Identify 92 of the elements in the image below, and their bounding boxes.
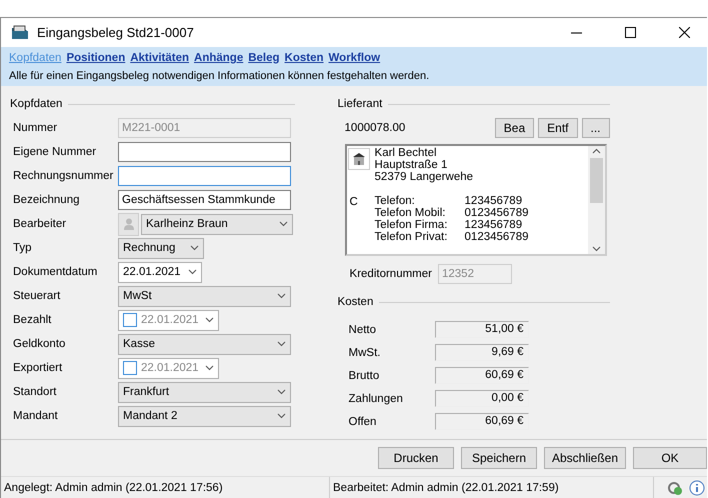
date-picker[interactable]: 22.01.2021	[118, 310, 219, 330]
minimize-icon[interactable]	[570, 32, 582, 34]
chevron-down-icon	[279, 221, 288, 227]
phone-number: 123456789	[464, 219, 522, 231]
section-title: Lieferant	[338, 98, 382, 110]
dialog-button[interactable]: Drucken	[378, 447, 454, 469]
phone-label: Telefon Firma:	[374, 219, 448, 231]
supplier-button[interactable]: Entf	[538, 118, 578, 138]
document-icon	[11, 25, 29, 40]
supplier-button[interactable]: Bea	[494, 118, 534, 138]
scrollbar[interactable]	[588, 146, 605, 254]
section-title: Kopfdaten	[10, 98, 62, 110]
field-label: Exportiert	[13, 362, 64, 374]
cost-value: 0,00 €	[434, 390, 529, 407]
description-text: Alle für einen Eingangsbeleg notwendigen Informationen können festgehalten werden.	[9, 70, 430, 82]
phone-label: Telefon Mobil:	[374, 207, 446, 219]
checkbox[interactable]	[123, 361, 137, 375]
input-field[interactable]: Geschäftsessen Stammkunde	[118, 190, 291, 210]
input-field[interactable]	[118, 142, 291, 162]
info-icon[interactable]	[689, 480, 705, 496]
chevron-down-icon	[205, 365, 214, 371]
field-label: Rechnungsnummer	[13, 170, 114, 182]
dropdown[interactable]: Frankfurt	[118, 382, 291, 402]
maximize-icon[interactable]	[624, 27, 636, 38]
cost-value: 60,69 €	[434, 413, 529, 430]
checkbox[interactable]	[123, 313, 137, 327]
chevron-down-icon	[277, 341, 286, 347]
field-label: Bearbeiter	[13, 218, 68, 230]
nav-link[interactable]: Beleg	[248, 52, 280, 64]
status-text: Bearbeitet: Admin admin (22.01.2021 17:59)	[330, 477, 654, 498]
section-title: Kosten	[338, 296, 374, 308]
cost-label: MwSt.	[348, 346, 382, 358]
nav-link[interactable]: Kosten	[284, 52, 324, 64]
scroll-down-icon[interactable]	[592, 246, 601, 252]
dropdown[interactable]: Karlheinz Braun	[141, 214, 293, 234]
cost-value: 51,00 €	[434, 321, 529, 338]
nav-link[interactable]: Aktivitäten	[130, 52, 190, 64]
date-picker[interactable]: 22.01.2021	[118, 358, 219, 378]
field-label: Dokumentdatum	[13, 266, 98, 278]
field-label: Nummer	[13, 122, 58, 134]
date-picker[interactable]: 22.01.2021	[118, 262, 202, 282]
scroll-up-icon[interactable]	[592, 148, 601, 154]
supplier-button[interactable]: ...	[582, 118, 610, 138]
chevron-down-icon	[190, 245, 199, 251]
close-icon[interactable]	[678, 27, 690, 38]
cost-label: Brutto	[348, 370, 380, 382]
field-label: Geldkonto	[13, 338, 66, 350]
address-line: Hauptstraße 1	[374, 159, 448, 171]
person-icon	[124, 218, 134, 230]
cost-label: Offen	[348, 416, 378, 428]
refresh-icon[interactable]	[667, 480, 683, 496]
field-label: Steuerart	[13, 290, 62, 302]
cost-label: Netto	[348, 324, 378, 336]
marker-text: C	[348, 196, 358, 208]
field-label: Kreditornummer	[350, 268, 432, 280]
field-label: Mandant	[13, 410, 59, 422]
chevron-down-icon	[277, 389, 286, 395]
status-text: Angelegt: Admin admin (22.01.2021 17:56)	[1, 477, 330, 498]
field-label: Standort	[13, 386, 58, 398]
field-label: Bezahlt	[13, 314, 52, 326]
phone-number: 0123456789	[464, 231, 528, 243]
dialog-button[interactable]: OK	[633, 447, 707, 469]
field-label: Bezeichnung	[13, 194, 80, 206]
supplier-number: 1000078.00	[344, 122, 406, 134]
chevron-down-icon	[188, 269, 197, 275]
chevron-down-icon	[277, 413, 286, 419]
cost-value: 9,69 €	[434, 344, 529, 361]
phone-label: Telefon Privat:	[374, 231, 448, 243]
window-title: Eingangsbeleg Std21-0007	[37, 25, 195, 40]
dialog-button[interactable]: Speichern	[461, 447, 537, 469]
nav-link[interactable]: Positionen	[66, 52, 126, 64]
dialog-button[interactable]: Abschließen	[544, 447, 626, 469]
building-icon	[352, 152, 366, 166]
address-line: 52379 Langerwehe	[374, 171, 474, 183]
address-line: Karl Bechtel	[374, 147, 438, 159]
dropdown[interactable]: Kasse	[118, 334, 291, 354]
cost-label: Zahlungen	[348, 392, 404, 404]
chevron-down-icon	[277, 293, 286, 299]
field-label: Typ	[13, 242, 33, 254]
chevron-down-icon	[205, 317, 214, 323]
nav-link[interactable]: Anhänge	[194, 52, 244, 64]
dropdown[interactable]: MwSt	[118, 286, 291, 306]
dropdown[interactable]: Rechnung	[118, 238, 204, 258]
nav-link[interactable]: Workflow	[328, 52, 380, 64]
phone-label: Telefon:	[374, 195, 416, 207]
field-label: Eigene Nummer	[13, 146, 98, 158]
cost-value: 60,69 €	[434, 367, 529, 384]
phone-number: 0123456789	[464, 207, 528, 219]
phone-number: 123456789	[464, 195, 522, 207]
input-field: 12352	[438, 264, 512, 284]
dropdown[interactable]: Mandant 2	[118, 406, 291, 426]
input-field[interactable]	[118, 166, 291, 186]
